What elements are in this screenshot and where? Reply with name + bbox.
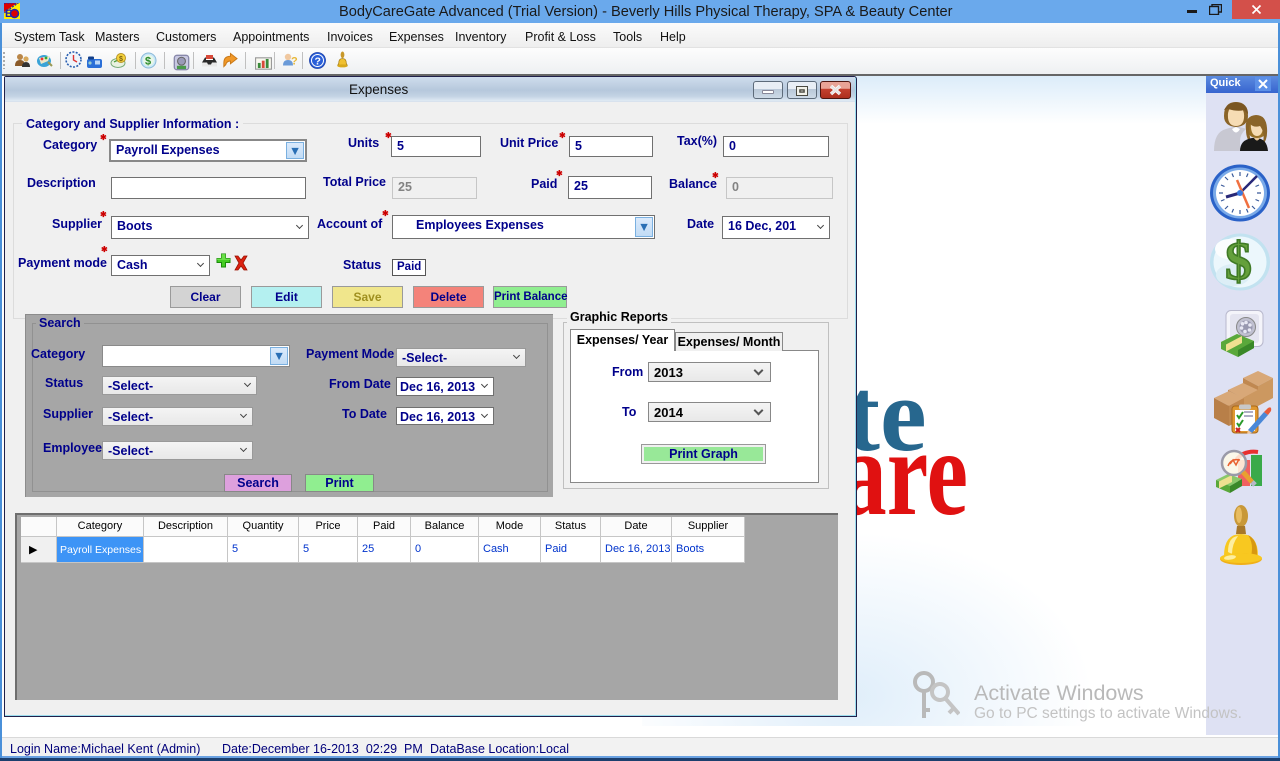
svg-text:$: $ [119, 56, 123, 63]
svg-text:?: ? [291, 56, 298, 68]
svg-text:$: $ [1225, 233, 1252, 291]
svg-text:$: $ [145, 56, 151, 68]
svg-text:?: ? [315, 56, 321, 68]
